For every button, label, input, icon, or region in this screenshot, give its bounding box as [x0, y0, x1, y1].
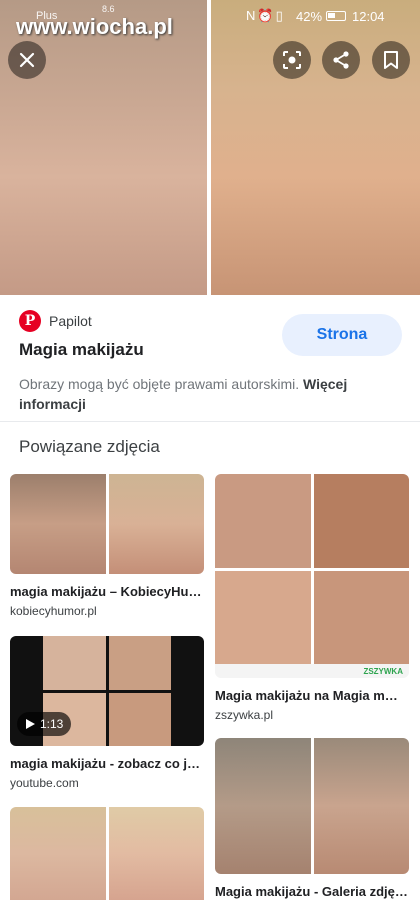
- alarm-icon: ⏰: [257, 8, 276, 23]
- copyright-notice: Obrazy mogą być objęte prawami autorskim…: [19, 374, 399, 414]
- related-title: magia makijażu - zobacz co j…: [10, 756, 200, 771]
- related-title: magia makijażu – KobiecyHu…: [10, 584, 202, 599]
- battery-icon: [326, 11, 346, 21]
- related-title: Magia makijażu na Magia m…: [215, 688, 398, 703]
- source-row[interactable]: P Papilot: [19, 310, 92, 332]
- image-title[interactable]: Magia makijażu: [19, 340, 144, 360]
- main-image[interactable]: [0, 0, 420, 295]
- related-thumbnail: [10, 807, 204, 900]
- bookmark-icon: [384, 51, 398, 69]
- zszywka-banner: ZSZYWKA: [215, 664, 409, 678]
- related-card[interactable]: ZSZYWKA Magia makijażu na Magia m… zszyw…: [215, 474, 409, 722]
- related-thumbnail: 1:13: [10, 636, 204, 746]
- play-icon: [26, 719, 35, 729]
- lens-button[interactable]: [273, 41, 311, 79]
- related-title: Magia makijażu - Galeria zdję…: [215, 884, 408, 899]
- related-thumbnail: [10, 474, 204, 574]
- visit-button[interactable]: Strona: [282, 314, 402, 356]
- share-icon: [333, 51, 349, 69]
- close-button[interactable]: [8, 41, 46, 79]
- related-thumbnail: [215, 738, 409, 874]
- clock: 12:04: [352, 9, 385, 24]
- duration-label: 1:13: [40, 717, 64, 731]
- share-button[interactable]: [322, 41, 360, 79]
- status-icons: N⏰▯: [246, 8, 285, 24]
- close-icon: [19, 52, 35, 68]
- nfc-icon: N: [246, 8, 258, 23]
- copyright-text: Obrazy mogą być objęte prawami autorskim…: [19, 376, 300, 392]
- network-speed: 8.6: [102, 4, 115, 14]
- section-divider: [0, 421, 420, 422]
- watermark-text: www.wiocha.pl: [16, 14, 173, 39]
- related-source: kobiecyhumor.pl: [10, 604, 97, 618]
- related-thumbnail: ZSZYWKA: [215, 474, 409, 678]
- bookmark-button[interactable]: [372, 41, 410, 79]
- video-duration: 1:13: [17, 712, 72, 736]
- related-heading: Powiązane zdjęcia: [19, 437, 160, 456]
- related-card[interactable]: 1:13 magia makijażu - zobacz co j… youtu…: [10, 636, 204, 790]
- source-name: Papilot: [49, 313, 92, 329]
- related-source: youtube.com: [10, 776, 79, 790]
- battery-percent: 42%: [296, 9, 323, 24]
- related-source: zszywka.pl: [215, 708, 274, 722]
- related-card[interactable]: magia makijażu – KobiecyHu… kobiecyhumor…: [10, 474, 204, 618]
- related-card[interactable]: Magia makijażu - Galeria zdję…: [215, 738, 409, 899]
- pinterest-icon: P: [19, 310, 41, 332]
- related-card[interactable]: [10, 807, 204, 900]
- lens-icon: [283, 51, 301, 69]
- vibrate-icon: ▯: [275, 8, 285, 23]
